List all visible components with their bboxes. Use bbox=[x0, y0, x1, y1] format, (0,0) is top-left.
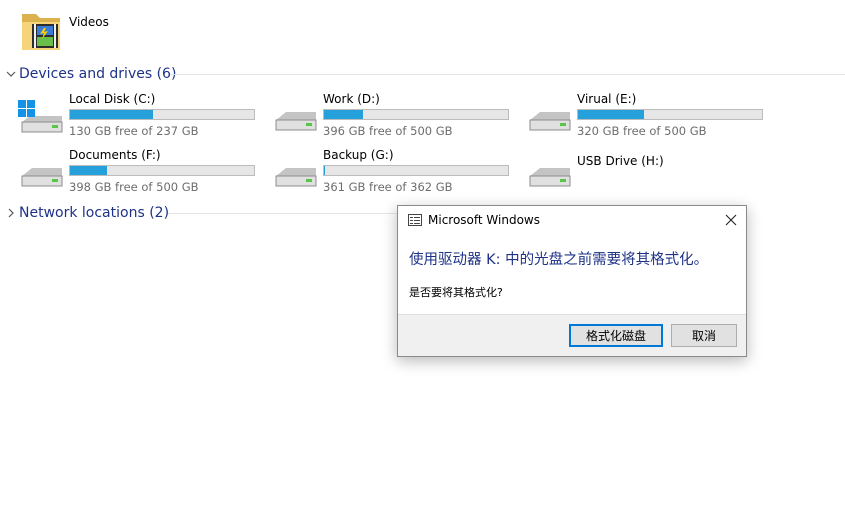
chevron-right-icon bbox=[4, 208, 18, 218]
videos-label: Videos bbox=[69, 15, 109, 29]
close-button[interactable] bbox=[722, 211, 740, 229]
drive-item-c[interactable]: Local Disk (C:) 130 GB free of 237 GB bbox=[18, 92, 268, 138]
drive-usage-fill bbox=[324, 166, 325, 175]
group-header-network-label: Network locations (2) bbox=[19, 205, 170, 221]
dialog-question: 是否要将其格式化? bbox=[409, 286, 503, 299]
drive-usage-bar bbox=[69, 165, 255, 176]
windows-drive-icon bbox=[18, 100, 63, 133]
drive-free-space: 130 GB free of 237 GB bbox=[69, 124, 199, 138]
drive-item-e[interactable]: Virual (E:) 320 GB free of 500 GB bbox=[526, 92, 776, 138]
drive-name: Backup (G:) bbox=[323, 148, 394, 162]
drive-item-h[interactable]: USB Drive (H:) bbox=[526, 148, 776, 194]
drive-free-space: 398 GB free of 500 GB bbox=[69, 180, 199, 194]
format-disk-dialog: Microsoft Windows 使用驱动器 K: 中的光盘之前需要将其格式化… bbox=[397, 205, 747, 357]
hard-drive-icon bbox=[529, 112, 571, 131]
drive-usage-bar bbox=[323, 165, 509, 176]
drive-name: USB Drive (H:) bbox=[577, 154, 664, 168]
window-app-icon bbox=[408, 214, 422, 226]
cancel-button[interactable]: 取消 bbox=[671, 324, 737, 347]
drive-free-space: 361 GB free of 362 GB bbox=[323, 180, 453, 194]
drive-usage-bar bbox=[69, 109, 255, 120]
group-header-devices[interactable]: Devices and drives (6) bbox=[4, 64, 176, 84]
hard-drive-icon bbox=[21, 168, 63, 187]
dialog-main-instruction: 使用驱动器 K: 中的光盘之前需要将其格式化。 bbox=[409, 252, 709, 268]
chevron-down-icon bbox=[4, 69, 18, 79]
group-header-network[interactable]: Network locations (2) bbox=[4, 203, 169, 223]
drive-usage-fill bbox=[578, 110, 645, 119]
drive-usage-fill bbox=[324, 110, 363, 119]
drive-usage-bar bbox=[323, 109, 509, 120]
hard-drive-icon bbox=[275, 112, 317, 131]
group-header-devices-label: Devices and drives (6) bbox=[19, 66, 177, 82]
drive-free-space: 320 GB free of 500 GB bbox=[577, 124, 707, 138]
drive-name: Local Disk (C:) bbox=[69, 92, 156, 106]
drive-name: Work (D:) bbox=[323, 92, 380, 106]
close-icon bbox=[725, 214, 737, 226]
group-divider bbox=[168, 213, 397, 214]
dialog-button-bar: 格式化磁盘 取消 bbox=[398, 314, 746, 356]
drive-usage-fill bbox=[70, 110, 153, 119]
drive-name: Documents (F:) bbox=[69, 148, 161, 162]
drive-usage-bar bbox=[577, 109, 763, 120]
dialog-title: Microsoft Windows bbox=[428, 213, 540, 227]
drive-name: Virual (E:) bbox=[577, 92, 637, 106]
drive-item-g[interactable]: Backup (G:) 361 GB free of 362 GB bbox=[272, 148, 522, 194]
videos-folder-icon bbox=[22, 14, 60, 50]
usb-drive-icon bbox=[529, 168, 571, 187]
drive-free-space: 396 GB free of 500 GB bbox=[323, 124, 453, 138]
format-disk-button[interactable]: 格式化磁盘 bbox=[569, 324, 663, 347]
drive-item-f[interactable]: Documents (F:) 398 GB free of 500 GB bbox=[18, 148, 268, 194]
hard-drive-icon bbox=[275, 168, 317, 187]
drive-usage-fill bbox=[70, 166, 107, 175]
drive-item-d[interactable]: Work (D:) 396 GB free of 500 GB bbox=[272, 92, 522, 138]
dialog-title-bar[interactable]: Microsoft Windows bbox=[398, 206, 746, 234]
group-divider bbox=[170, 74, 845, 75]
